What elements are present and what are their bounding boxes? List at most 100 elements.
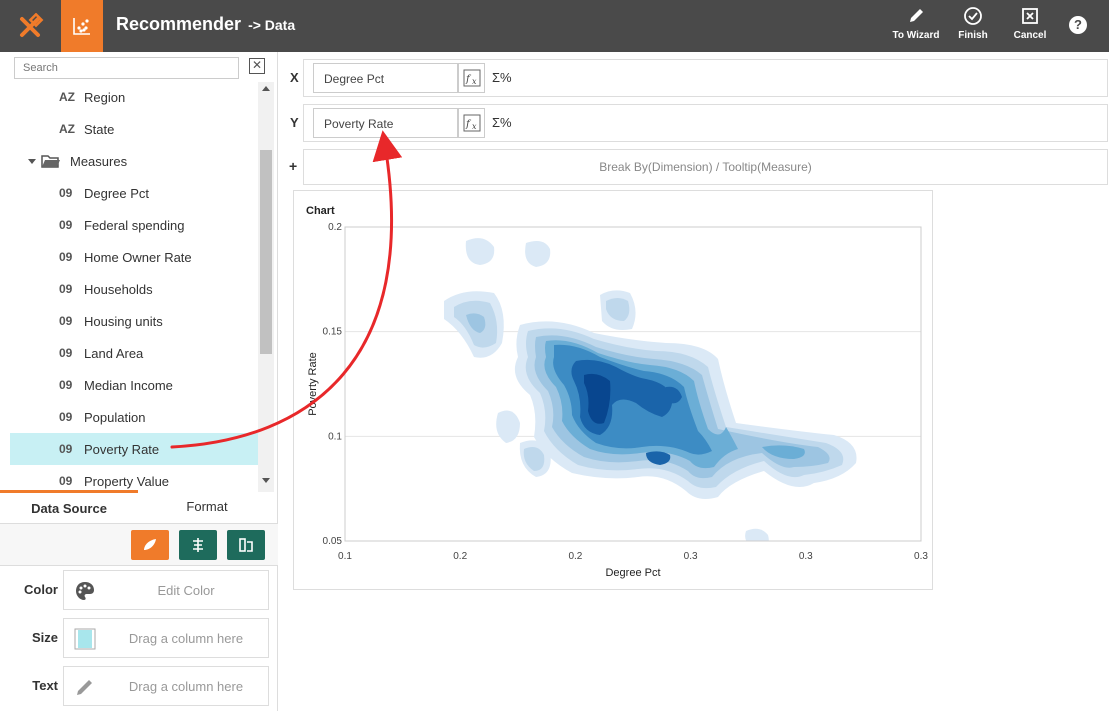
field-item[interactable]: 09 Land Area: [10, 337, 258, 369]
size-dropzone[interactable]: Drag a column here: [63, 618, 269, 658]
numeric-type-icon: 09: [59, 218, 73, 232]
field-label: Land Area: [84, 345, 144, 361]
scatter-chart-icon: [73, 18, 90, 35]
field-label: Population: [84, 409, 146, 425]
field-label: Households: [84, 281, 153, 297]
y-axis-label: Y: [290, 115, 299, 130]
field-label: Property Value: [84, 473, 170, 489]
filter-mode-button[interactable]: [179, 530, 217, 560]
page-title-main: Recommender: [116, 14, 242, 34]
x-aggregate-icon[interactable]: Σ%: [492, 70, 512, 85]
field-label: Poverty Rate: [84, 441, 160, 457]
x-axis-label: X: [290, 70, 299, 85]
color-property: Color Edit Color: [0, 566, 278, 614]
color-mode-button[interactable]: [131, 530, 169, 560]
field-item[interactable]: AZ Region: [10, 82, 258, 113]
numeric-type-icon: 09: [59, 346, 73, 360]
field-item[interactable]: 09 Home Owner Rate: [10, 241, 258, 273]
text-dropzone[interactable]: Drag a column here: [63, 666, 269, 706]
field-list-scrollbar[interactable]: [258, 82, 274, 492]
tree-icon: [193, 538, 203, 552]
sidebar: ✕ AZ Region AZ State Measures 09 Degree Pct 09 F…: [0, 52, 278, 711]
tab-data-source[interactable]: Data Source: [0, 490, 138, 524]
field-item[interactable]: AZ State: [10, 113, 258, 145]
field-list: AZ Region AZ State Measures 09 Degree Pct 09 Fed…: [0, 82, 258, 492]
text-placeholder: Drag a column here: [128, 679, 244, 694]
numeric-type-icon: 09: [59, 474, 73, 488]
numeric-type-icon: 09: [59, 250, 73, 264]
folder-measures[interactable]: Measures: [10, 145, 258, 177]
svg-text:x: x: [472, 77, 477, 86]
cancel-label: Cancel: [1013, 30, 1047, 41]
clear-search-icon[interactable]: ✕: [249, 58, 265, 74]
function-icon: f x: [463, 69, 480, 87]
y-tick-label: 0.2: [328, 222, 342, 233]
x-tick-label: 0.3: [799, 551, 813, 562]
color-dropzone[interactable]: Edit Color: [63, 570, 269, 610]
finish-label: Finish: [958, 30, 988, 41]
field-item[interactable]: 09 Poverty Rate: [10, 433, 258, 465]
field-label: Home Owner Rate: [84, 249, 192, 265]
x-tick-label: 0.3: [914, 551, 928, 562]
break-by-binding: + Break By(Dimension) / Tooltip(Measure): [285, 149, 1108, 185]
field-item[interactable]: 09 Median Income: [10, 369, 258, 401]
resize-icon: [239, 538, 253, 552]
break-by-dropzone[interactable]: Break By(Dimension) / Tooltip(Measure): [303, 149, 1108, 185]
help-icon[interactable]: ?: [1069, 16, 1087, 34]
search-input[interactable]: [14, 57, 239, 79]
y-field-pill[interactable]: Poverty Rate: [313, 108, 458, 138]
to-wizard-label: To Wizard: [892, 30, 940, 41]
size-mode-button[interactable]: [227, 530, 265, 560]
add-binding-icon[interactable]: +: [289, 158, 297, 174]
y-aggregate-icon[interactable]: Σ%: [492, 115, 512, 130]
scroll-up-icon[interactable]: [262, 86, 270, 91]
density-contour: [745, 528, 769, 541]
field-item[interactable]: 09 Degree Pct: [10, 177, 258, 209]
y-formula-button[interactable]: f x: [458, 108, 485, 138]
field-item[interactable]: 09 Housing units: [10, 305, 258, 337]
text-label: Text: [32, 678, 58, 693]
brush-icon: [144, 539, 156, 550]
finish-button[interactable]: Finish: [943, 6, 1003, 41]
svg-text:f: f: [465, 119, 472, 130]
folder-open-icon: [27, 153, 70, 169]
app-header: Recommender -> Data To Wizard Finish Can…: [0, 0, 1109, 52]
numeric-type-icon: 09: [59, 314, 73, 328]
field-label: Region: [84, 89, 126, 105]
density-chart[interactable]: 0.1 0.2 0.2 0.3 0.3 0.3 0.2 0.15 0.1 0.05 Degree…: [294, 191, 934, 591]
text-type-icon: AZ: [59, 122, 75, 136]
density-contour: [496, 410, 520, 443]
cancel-button[interactable]: Cancel: [1000, 6, 1060, 41]
color-placeholder: Edit Color: [157, 583, 215, 598]
field-item[interactable]: 09 Property Value: [10, 465, 258, 492]
x-formula-button[interactable]: f x: [458, 63, 485, 93]
scroll-thumb[interactable]: [260, 150, 272, 354]
app-logo[interactable]: [0, 0, 61, 52]
y-tick-label: 0.05: [323, 536, 343, 547]
y-ticks: 0.2 0.15 0.1 0.05: [323, 222, 343, 547]
x-field-pill[interactable]: Degree Pct: [313, 63, 458, 93]
check-circle-icon: [964, 7, 982, 25]
field-item[interactable]: 09 Federal spending: [10, 209, 258, 241]
to-wizard-button[interactable]: To Wizard: [886, 6, 946, 41]
x-tick-label: 0.2: [568, 551, 582, 562]
field-item[interactable]: 09 Households: [10, 273, 258, 305]
function-icon: f x: [463, 114, 480, 132]
density-contour: [525, 241, 551, 267]
field-label: Federal spending: [84, 217, 185, 233]
field-label: Median Income: [84, 377, 173, 393]
chart-type-button[interactable]: [61, 0, 103, 52]
field-item[interactable]: 09 Population: [10, 401, 258, 433]
svg-text:f: f: [465, 74, 472, 85]
tab-format[interactable]: Format: [138, 490, 276, 524]
field-label: Housing units: [84, 313, 163, 329]
text-property: Text Drag a column here: [0, 662, 278, 710]
x-tick-label: 0.3: [684, 551, 698, 562]
logo-icon: [19, 13, 43, 37]
page-title: Recommender -> Data: [116, 14, 295, 35]
x-ticks: 0.1 0.2 0.2 0.3 0.3 0.3: [338, 551, 928, 562]
y-axis-binding: Y Poverty Rate f x Σ%: [285, 104, 1108, 142]
chart-container: Chart 0.1 0.2 0.2 0.3 0.3 0.3 0.2 0.15 0.1 0.05 …: [293, 190, 933, 590]
scroll-down-icon[interactable]: [262, 478, 270, 483]
x-tick-label: 0.2: [453, 551, 467, 562]
